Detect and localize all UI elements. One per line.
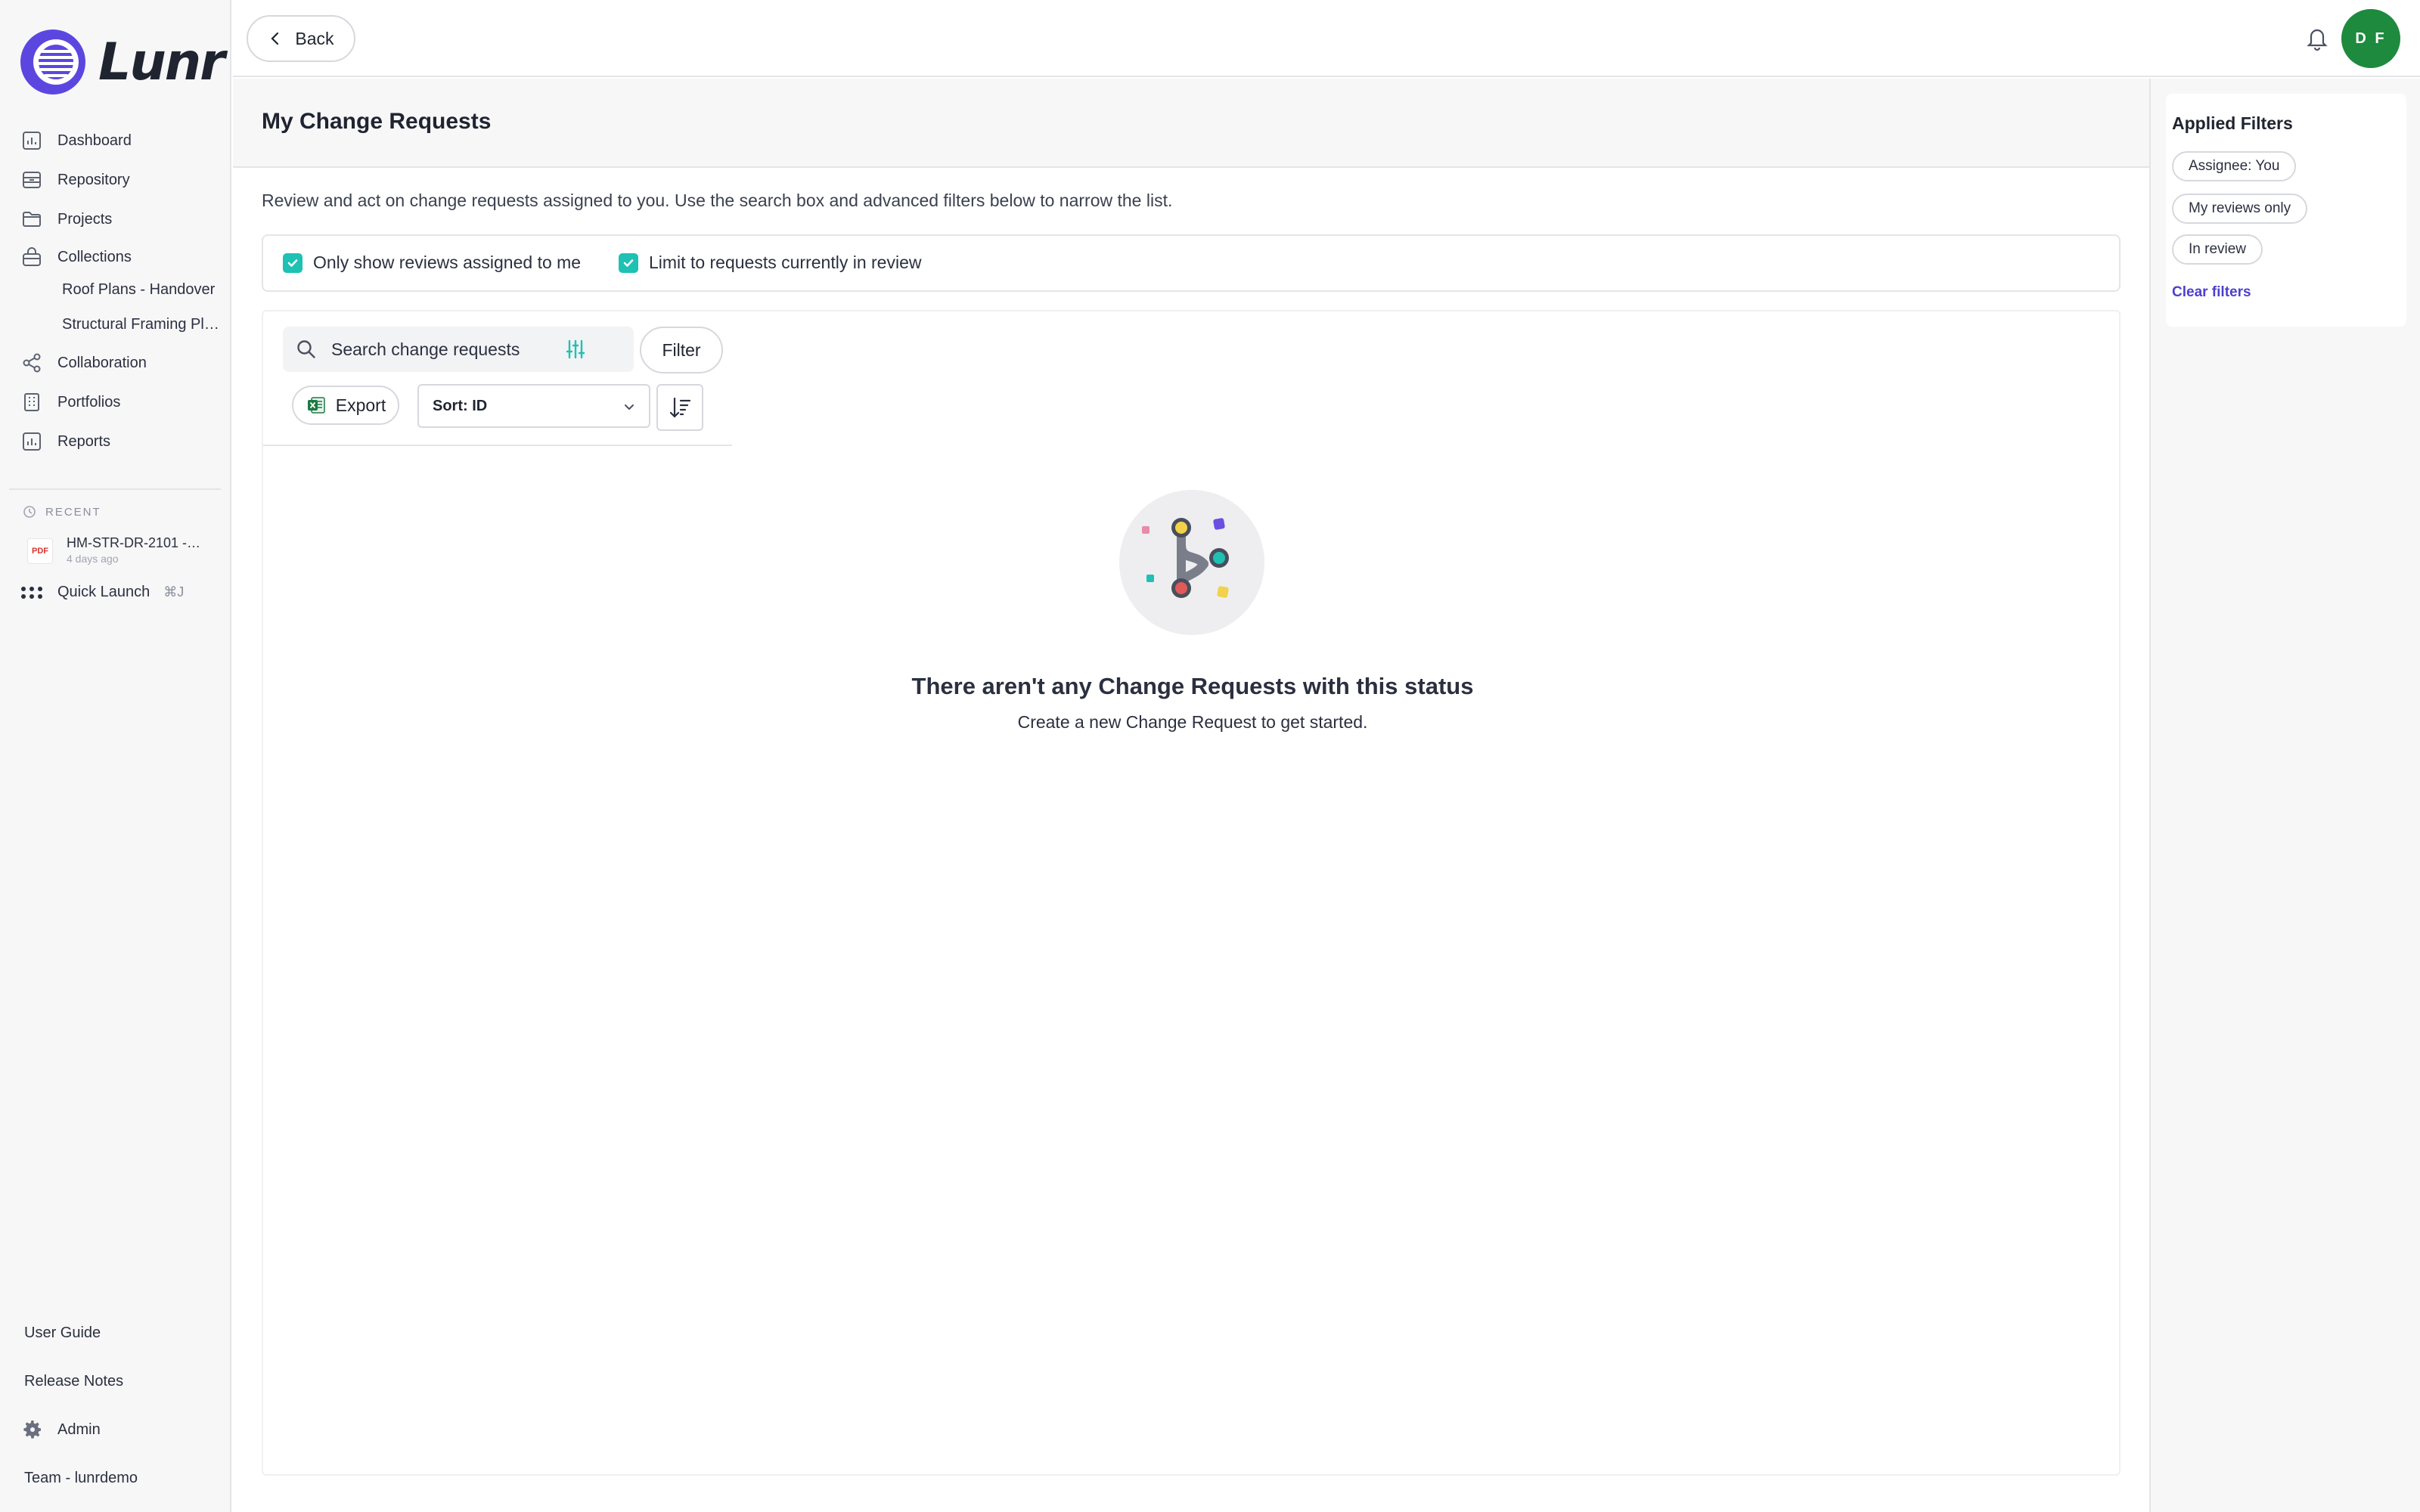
sidebar-item-label: Dashboard — [57, 132, 132, 149]
user-guide-link[interactable]: User Guide — [24, 1325, 101, 1342]
export-button[interactable]: Export — [292, 386, 399, 425]
applied-filters-title: Applied Filters — [2172, 113, 2293, 133]
release-notes-link[interactable]: Release Notes — [24, 1373, 123, 1390]
bell-icon[interactable] — [2302, 23, 2332, 53]
admin-link[interactable]: Admin — [21, 1418, 101, 1441]
recent-item-name: HM-STR-DR-2101 - Structural — [67, 535, 203, 550]
chart-icon — [23, 132, 41, 150]
checkbox-checked-icon — [619, 253, 638, 273]
change-requests-panel: Filter Export Sort: ID There aren't any — [262, 310, 2121, 1476]
recent-section-title: RECENT — [23, 505, 101, 519]
sidebar-item-collections[interactable]: Collections — [21, 240, 132, 274]
sort-value: Sort: ID — [433, 397, 488, 414]
page-description: Review and act on change requests assign… — [262, 191, 1173, 210]
sidebar-item-portfolios[interactable]: Portfolios — [21, 386, 120, 419]
sidebar: Lunr Dashboard Repository Projects Colle… — [0, 0, 231, 1512]
applied-filters-sidebar: Applied Filters Assignee: You My reviews… — [2149, 79, 2420, 1512]
assigned-to-me-checkbox[interactable]: Only show reviews assigned to me — [283, 253, 581, 273]
sidebar-item-label: Portfolios — [57, 393, 121, 411]
avatar[interactable]: D F — [2341, 9, 2400, 68]
team-switcher[interactable]: Team - lunrdemo — [24, 1470, 138, 1487]
sort-direction-button[interactable] — [656, 384, 703, 431]
top-bar: Back D F — [233, 0, 2420, 77]
sidebar-item-collaboration[interactable]: Collaboration — [21, 346, 147, 380]
sidebar-item-projects[interactable]: Projects — [21, 203, 112, 236]
checkbox-checked-icon — [283, 253, 302, 273]
brand-name: Lunr — [98, 32, 225, 92]
advanced-filter-icon[interactable] — [564, 338, 587, 361]
search-input[interactable] — [331, 339, 558, 360]
search-box — [283, 327, 634, 372]
quick-launch-shortcut: ⌘J — [163, 584, 185, 600]
sidebar-item-label: Repository — [57, 171, 130, 188]
clear-filters-link[interactable]: Clear filters — [2172, 284, 2251, 301]
archive-icon — [23, 172, 41, 188]
main-content: My Change Requests Review and act on cha… — [233, 79, 2149, 1512]
filter-chip[interactable]: Assignee: You — [2172, 151, 2297, 181]
export-label: Export — [335, 395, 386, 415]
sidebar-item-label: Collections — [57, 248, 132, 265]
sidebar-item-label: Projects — [57, 210, 113, 228]
in-review-checkbox[interactable]: Limit to requests currently in review — [619, 253, 921, 273]
grid-dots-icon — [21, 586, 42, 599]
page-title: My Change Requests — [262, 109, 492, 134]
chevron-left-icon — [271, 32, 279, 45]
page-header: My Change Requests — [233, 79, 2149, 168]
recent-item-time: 4 days ago — [67, 553, 119, 565]
sort-descending-icon — [669, 397, 691, 418]
empty-state-illustration — [1119, 490, 1264, 635]
sidebar-item-reports[interactable]: Reports — [21, 425, 110, 458]
filter-chip[interactable]: In review — [2172, 234, 2263, 265]
pdf-file-icon: PDF — [27, 538, 53, 564]
gear-icon — [23, 1421, 41, 1439]
lunr-logo-icon — [20, 29, 85, 94]
chart-icon — [23, 432, 41, 451]
filter-checkbox-bar: Only show reviews assigned to me Limit t… — [262, 234, 2121, 292]
excel-icon — [307, 397, 325, 414]
empty-state-subtitle: Create a new Change Request to get start… — [1017, 712, 1368, 732]
quick-launch-button[interactable]: Quick Launch ⌘J — [21, 584, 184, 601]
recent-item[interactable]: PDF HM-STR-DR-2101 - Structural 4 days a… — [27, 535, 203, 565]
sidebar-divider — [9, 488, 221, 490]
admin-label: Admin — [57, 1421, 101, 1438]
collection-item[interactable]: Roof Plans - Handover — [62, 281, 221, 299]
folder-icon — [23, 212, 41, 227]
collection-item[interactable]: Structural Framing Plans — [62, 316, 221, 333]
toolbar-divider — [263, 445, 732, 446]
sidebar-item-dashboard[interactable]: Dashboard — [21, 124, 132, 157]
sidebar-item-repository[interactable]: Repository — [21, 163, 130, 197]
clock-icon — [23, 506, 36, 518]
back-label: Back — [295, 28, 334, 48]
sort-select[interactable]: Sort: ID — [417, 384, 650, 428]
building-icon — [24, 393, 39, 411]
sidebar-item-label: Reports — [57, 432, 111, 450]
chevron-down-icon — [625, 404, 634, 411]
quick-launch-label: Quick Launch — [57, 584, 150, 600]
bag-icon — [23, 247, 41, 266]
sidebar-item-label: Collaboration — [57, 354, 147, 371]
checkbox-label: Limit to requests currently in review — [649, 253, 922, 272]
filter-button[interactable]: Filter — [640, 327, 723, 373]
empty-state-title: There aren't any Change Requests with th… — [911, 673, 1474, 699]
checkbox-label: Only show reviews assigned to me — [313, 253, 582, 272]
brand-logo[interactable]: Lunr — [18, 27, 225, 97]
share-icon — [23, 353, 41, 373]
back-button[interactable]: Back — [247, 15, 355, 62]
search-icon — [297, 340, 315, 358]
filter-chip[interactable]: My reviews only — [2172, 194, 2308, 224]
